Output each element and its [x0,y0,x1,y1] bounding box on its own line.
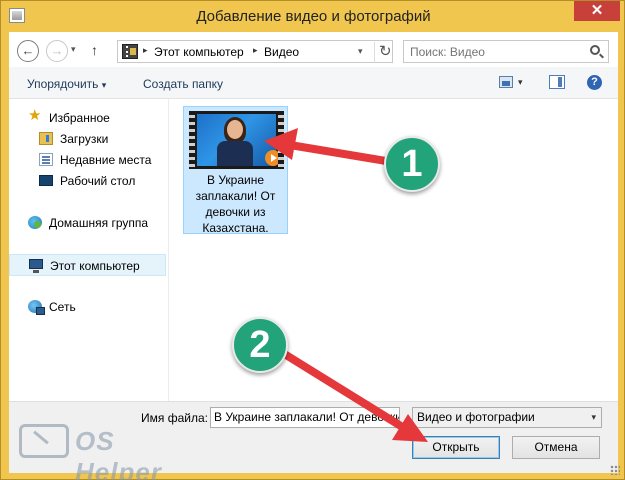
homegroup-icon [28,216,42,229]
sidebar-item-recent-places[interactable]: Недавние места [9,149,166,171]
watermark-text: OS Helper [75,426,162,480]
filename-input[interactable]: В Украине заплакали! От девочки из Казах… [210,407,400,428]
view-options-dropdown[interactable]: ▾ [518,77,523,88]
breadcrumb-separator-icon[interactable]: ▸ [253,45,258,56]
search-box[interactable] [403,40,609,63]
organize-button[interactable]: Упорядочить ▾ [27,77,106,91]
filetype-value: Видео и фотографии [417,410,535,424]
breadcrumb-this-pc[interactable]: Этот компьютер [154,45,244,59]
back-button[interactable]: ← [17,40,39,62]
breadcrumb-videos[interactable]: Видео [264,45,299,59]
forward-button[interactable]: → [46,40,68,62]
play-icon [265,150,281,166]
navigation-pane: ★ Избранное Загрузки Недавние места Рабо… [9,99,169,401]
close-button[interactable]: ✕ [574,1,620,21]
watermark-logo-icon [19,424,69,458]
sidebar-item-label: Рабочий стол [60,174,136,188]
resize-grip-icon[interactable] [610,465,620,475]
step-badge-2: 2 [232,317,288,373]
help-icon[interactable]: ? [587,75,602,90]
search-icon[interactable] [590,45,600,55]
sidebar-item-label: Загрузки [60,132,109,146]
star-icon: ★ [28,107,42,124]
step-badge-1: 1 [384,136,440,192]
preview-pane-icon[interactable] [549,75,565,89]
thumbnail-face [227,120,243,139]
sidebar-item-this-pc[interactable]: Этот компьютер [9,254,166,276]
filename-label: Имя файла: [141,411,208,425]
thumbnail-body [217,141,253,166]
recent-locations-dropdown[interactable]: ▾ [71,44,76,55]
change-view-icon[interactable] [499,76,513,88]
desktop-icon [39,175,53,186]
search-input[interactable] [410,44,580,60]
downloads-folder-icon [39,132,53,145]
title-bar[interactable]: Добавление видео и фотографий ✕ [1,1,625,32]
computer-icon [29,259,43,273]
organize-label: Упорядочить [27,77,99,91]
file-item[interactable]: В Украине заплакали! От девочки из Казах… [183,106,288,235]
dialog-client-area: ← → ▾ ↑ ▸ Этот компьютер ▸ Видео ▾ ↻ Упо… [9,32,618,473]
up-button[interactable]: ↑ [91,42,98,58]
window-title: Добавление видео и фотографий [196,8,431,25]
chevron-down-icon: ▾ [101,80,107,90]
video-thumbnail [189,111,284,169]
dialog-window: Добавление видео и фотографий ✕ ← → ▾ ↑ … [0,0,625,480]
refresh-icon[interactable]: ↻ [374,42,392,63]
address-dropdown-icon[interactable]: ▾ [358,46,363,57]
navigation-row: ← → ▾ ↑ ▸ Этот компьютер ▸ Видео ▾ ↻ [9,32,618,67]
sidebar-item-label: Избранное [49,111,110,125]
breadcrumb-separator-icon[interactable]: ▸ [143,45,148,56]
file-name-label: В Украине заплакали! От девочки из Казах… [195,173,276,235]
sidebar-item-label: Этот компьютер [50,259,140,273]
address-bar[interactable]: ▸ Этот компьютер ▸ Видео ▾ ↻ [117,40,393,63]
network-icon [28,300,45,315]
sidebar-item-downloads[interactable]: Загрузки [9,128,166,150]
recent-places-icon [39,153,53,166]
chevron-down-icon: ▾ [591,412,596,422]
sidebar-item-favorites[interactable]: ★ Избранное [9,107,166,129]
new-folder-button[interactable]: Создать папку [143,77,223,91]
watermark: OS Helper [19,424,189,480]
command-toolbar: Упорядочить ▾ Создать папку ▾ ? [9,67,618,99]
open-button[interactable]: Открыть [412,436,500,459]
sidebar-item-homegroup[interactable]: Домашняя группа [9,212,166,234]
sidebar-item-label: Домашняя группа [49,216,149,230]
videos-library-icon [122,44,138,59]
sidebar-item-label: Недавние места [60,153,152,167]
sidebar-item-network[interactable]: Сеть [9,296,166,318]
sidebar-item-desktop[interactable]: Рабочий стол [9,170,166,192]
sidebar-item-label: Сеть [49,300,76,314]
filetype-select[interactable]: Видео и фотографии ▾ [412,407,602,428]
cancel-button[interactable]: Отмена [512,436,600,459]
